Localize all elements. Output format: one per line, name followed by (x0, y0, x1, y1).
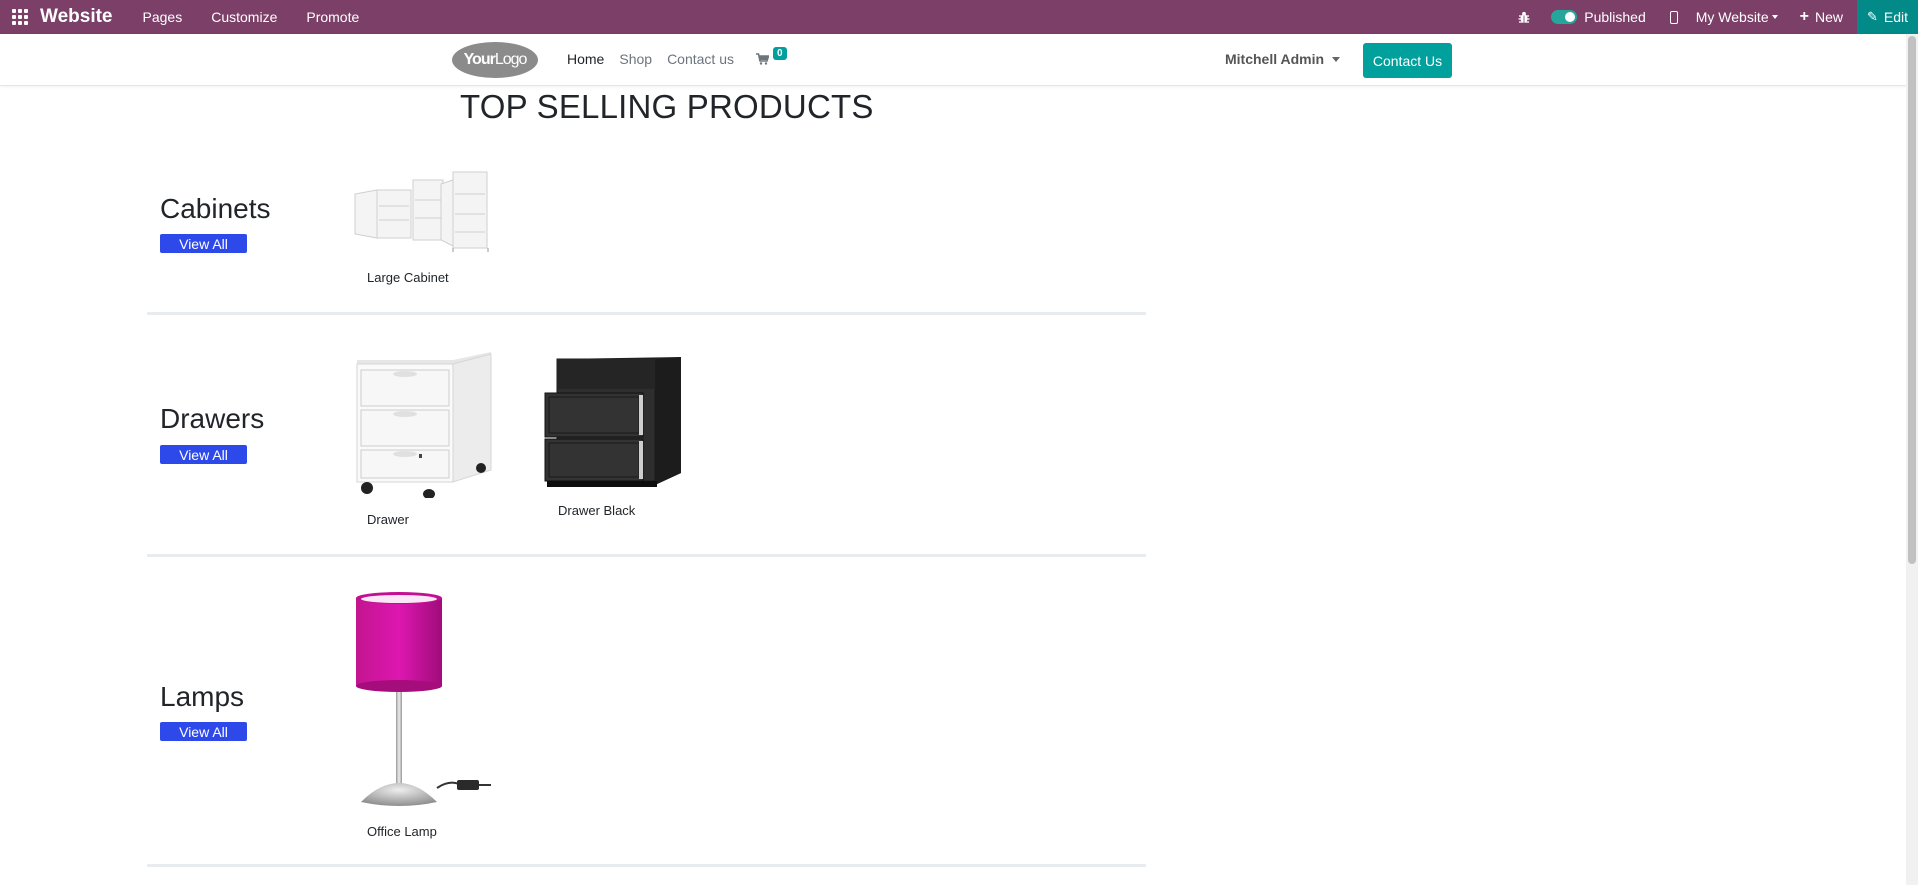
product-drawer[interactable]: Drawer (353, 350, 493, 527)
section-divider (147, 864, 1146, 867)
edit-label: Edit (1883, 9, 1908, 25)
product-drawer-black[interactable]: Drawer Black (543, 355, 683, 518)
cart-count-badge: 0 (773, 47, 787, 60)
drawer-black-image (544, 357, 681, 487)
mobile-icon[interactable] (1669, 10, 1678, 24)
menu-pages[interactable]: Pages (143, 9, 183, 25)
view-all-drawers-button[interactable]: View All (160, 445, 247, 464)
site-header: Your Logo Home Shop Contact us 0 Mitchell… (0, 34, 1906, 86)
menu-customize[interactable]: Customize (211, 9, 277, 25)
product-office-lamp[interactable]: Office Lamp (353, 592, 493, 839)
my-website-label: My Website (1695, 9, 1769, 25)
new-label: New (1814, 9, 1843, 25)
cart-link[interactable]: 0 (756, 47, 787, 69)
admin-bar: Website Pages Customize Promote Publishe… (0, 0, 1918, 34)
admin-brand[interactable]: Website (40, 6, 113, 28)
apps-grid-icon[interactable] (0, 0, 40, 34)
nav-home[interactable]: Home (567, 51, 604, 67)
nav-shop[interactable]: Shop (619, 51, 652, 67)
nav-contact[interactable]: Contact us (667, 51, 734, 67)
category-title-drawers: Drawers (160, 403, 265, 434)
caret-down-icon (1332, 56, 1341, 62)
view-all-lamps-button[interactable]: View All (160, 722, 247, 741)
scrollbar-thumb[interactable] (1908, 36, 1916, 564)
product-name[interactable]: Office Lamp (367, 824, 437, 839)
product-name[interactable]: Drawer Black (558, 503, 635, 518)
scrollbar[interactable] (1906, 34, 1918, 885)
contact-us-button[interactable]: Contact Us (1363, 43, 1452, 78)
plus-icon: + (1799, 8, 1809, 25)
main-nav: Home Shop Contact us (567, 51, 749, 67)
site-logo[interactable]: Your Logo (452, 42, 538, 78)
new-button[interactable]: + New (1799, 8, 1843, 26)
office-lamp-image (356, 592, 491, 806)
pencil-icon: ✎ (1866, 9, 1878, 24)
page-title: TOP SELLING PRODUCTS (460, 88, 874, 125)
cart-icon (756, 53, 769, 65)
user-menu[interactable]: Mitchell Admin (1225, 51, 1341, 67)
section-divider (147, 554, 1146, 557)
published-label[interactable]: Published (1584, 9, 1646, 25)
product-name[interactable]: Large Cabinet (367, 270, 449, 285)
product-name[interactable]: Drawer (367, 512, 409, 527)
bug-icon[interactable] (1517, 10, 1531, 24)
menu-promote[interactable]: Promote (306, 9, 359, 25)
product-large-cabinet[interactable]: Large Cabinet (353, 168, 491, 285)
category-title-lamps: Lamps (160, 681, 245, 712)
published-toggle[interactable] (1551, 10, 1578, 24)
large-cabinet-image (354, 171, 489, 252)
my-website-dropdown[interactable]: My Website (1696, 9, 1778, 25)
user-name: Mitchell Admin (1225, 51, 1325, 67)
category-title-cabinets: Cabinets (160, 193, 271, 224)
caret-down-icon (1771, 15, 1778, 19)
view-all-cabinets-button[interactable]: View All (160, 234, 247, 253)
section-divider (147, 312, 1146, 315)
edit-button[interactable]: ✎ Edit (1856, 0, 1918, 34)
drawer-image (356, 352, 492, 499)
